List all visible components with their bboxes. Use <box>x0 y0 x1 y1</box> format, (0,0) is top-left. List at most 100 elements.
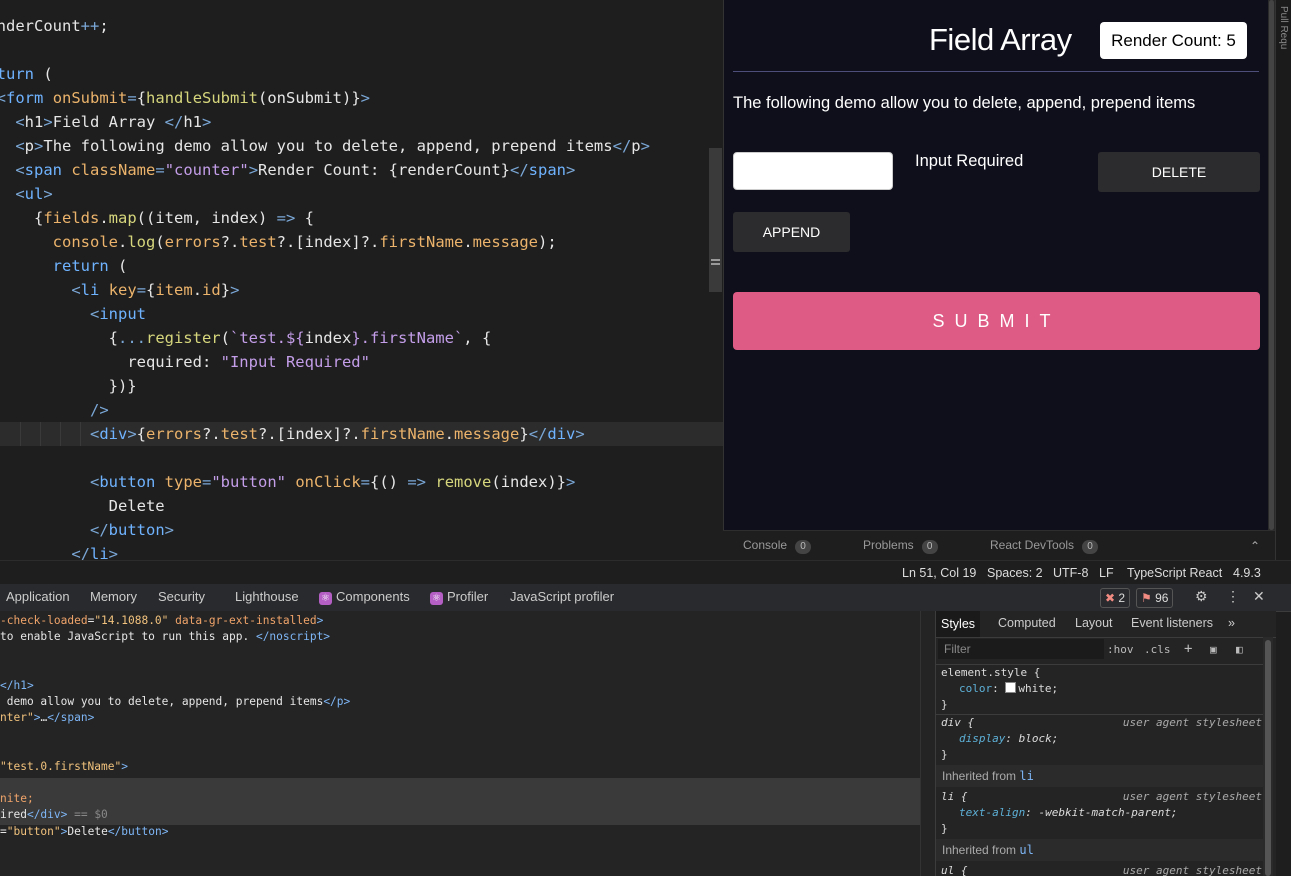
code-line[interactable]: Delete <box>0 494 165 518</box>
elements-panel[interactable]: -check-loaded = "14.1088.0" data-gr-ext-in… <box>0 611 920 876</box>
code-line[interactable]: <input <box>0 302 146 326</box>
code-line[interactable]: </li> <box>0 542 118 560</box>
code-line[interactable]: return ( <box>0 62 53 86</box>
tab-console[interactable]: Console 0 <box>743 538 812 554</box>
more-options-icon[interactable]: ⋮ <box>1226 588 1240 605</box>
code-line[interactable]: <li key={item.id}> <box>0 278 239 302</box>
chevron-right-icon[interactable]: » <box>1228 616 1235 630</box>
dom-node-line[interactable]: -check-loaded="14.1088.0" data-gr-ext-in… <box>0 613 323 629</box>
issue-count[interactable]: ⚑ 96 <box>1136 588 1174 608</box>
dom-node-line[interactable]: ired</div> == $0 <box>0 807 108 823</box>
hov-toggle[interactable]: :hov <box>1107 643 1134 656</box>
code-token: key <box>108 281 137 299</box>
page-title: Field Array <box>929 22 1072 57</box>
code-line[interactable]: {fields.map((item, index) => { <box>0 206 314 230</box>
count-badge: 0 <box>795 540 812 554</box>
dom-node-line[interactable]: nite; <box>0 791 34 807</box>
code-line[interactable]: return ( <box>0 254 128 278</box>
tab-computed[interactable]: Computed <box>998 616 1056 630</box>
code-token: < <box>15 137 25 155</box>
color-swatch[interactable] <box>1005 682 1017 693</box>
tab-event-listeners[interactable]: Event listeners <box>1131 616 1213 630</box>
code-line[interactable]: {...register(`test.${index}.firstName`, … <box>0 326 492 350</box>
code-line[interactable]: /> <box>0 398 109 422</box>
code-line[interactable]: <button type="button" onClick={() => rem… <box>0 470 575 494</box>
elements-scrollbar[interactable] <box>920 611 935 876</box>
tab-styles[interactable]: Styles <box>936 611 981 637</box>
language-mode[interactable]: TypeScript React <box>1127 566 1222 580</box>
code-line[interactable]: renderCount++; <box>0 14 109 38</box>
append-button[interactable]: APPEND <box>733 212 850 252</box>
code-line[interactable]: <ul> <box>0 182 52 206</box>
delete-button[interactable]: DELETE <box>1098 152 1260 192</box>
code-token: "Input Required" <box>220 353 370 371</box>
code-line[interactable]: <div>{errors?.test?.[index]?.firstName.m… <box>0 422 585 446</box>
tab-application[interactable]: Application <box>6 589 70 604</box>
submit-button[interactable]: SUBMIT <box>733 292 1260 350</box>
code-line[interactable]: console.log(errors?.test?.[index]?.first… <box>0 230 557 254</box>
code-line[interactable]: <p>The following demo allow you to delet… <box>0 134 650 158</box>
indentation[interactable]: Spaces: 2 <box>987 566 1043 580</box>
code-token: ( <box>34 65 53 83</box>
side-tab-label: Pull Requ <box>1278 6 1289 50</box>
error-count[interactable]: ✖ 2 <box>1100 588 1131 608</box>
style-declaration: display: block; <box>959 732 1059 745</box>
code-editor[interactable]: renderCount++; return ( <form onSubmit={h… <box>0 0 723 560</box>
tab-layout[interactable]: Layout <box>1075 616 1113 630</box>
dom-node-line[interactable]: ="button">Delete</button> <box>0 824 168 840</box>
inherited-tag[interactable]: li <box>1019 769 1033 783</box>
code-token: -check-loaded <box>0 614 88 627</box>
paint-icon[interactable]: ▣ <box>1210 643 1217 656</box>
line-ending[interactable]: LF <box>1099 566 1114 580</box>
inherited-tag[interactable]: ul <box>1019 843 1033 857</box>
dom-node-line[interactable]: demo allow you to delete, append, prepen… <box>0 694 351 710</box>
code-line[interactable]: required: "Input Required" <box>0 350 370 374</box>
tab-problems[interactable]: Problems 0 <box>863 538 938 554</box>
gear-icon[interactable]: ⚙ <box>1195 588 1208 605</box>
dom-node-line[interactable]: "test.0.firstName"> <box>0 759 128 775</box>
code-line[interactable]: <span className="counter">Render Count: … <box>0 158 575 182</box>
code-token: firstName <box>379 233 464 251</box>
code-token: "button" <box>6 824 61 838</box>
pull-requests-side-tab[interactable]: Pull Requ <box>1275 0 1291 560</box>
dom-node-line[interactable]: to enable JavaScript to run this app. </… <box>0 629 330 645</box>
styles-filter-input[interactable]: Filter <box>938 639 1104 659</box>
chevron-up-icon[interactable]: ⌃ <box>1250 539 1260 553</box>
code-line[interactable]: <h1>Field Array </h1> <box>0 110 211 134</box>
code-token: ( <box>108 257 128 275</box>
style-declaration[interactable]: color: white; <box>959 681 1058 697</box>
code-token: span <box>24 161 62 179</box>
editor-scrollbar[interactable] <box>709 148 722 292</box>
code-token: `test.${ <box>229 329 305 347</box>
code-token: data-gr-ext-installed <box>175 614 317 627</box>
dom-node-line[interactable]: nter">…</span> <box>0 710 94 726</box>
encoding[interactable]: UTF-8 <box>1053 566 1088 580</box>
tab-javascript-profiler[interactable]: JavaScript profiler <box>510 589 614 604</box>
cursor-position[interactable]: Ln 51, Col 19 <box>902 566 976 580</box>
code-line[interactable]: })} <box>0 374 137 398</box>
cls-toggle[interactable]: .cls <box>1144 643 1171 656</box>
code-token: == $0 <box>67 808 108 822</box>
tab-react-devtools[interactable]: React DevTools 0 <box>990 538 1099 554</box>
plus-icon[interactable]: + <box>1184 641 1192 657</box>
code-token: { <box>146 281 156 299</box>
code-line[interactable]: <form onSubmit={handleSubmit(onSubmit)}> <box>0 86 370 110</box>
styles-scrollbar[interactable] <box>1265 640 1271 876</box>
code-token: </p> <box>323 695 351 708</box>
tab-profiler[interactable]: ⚛ Profiler <box>430 589 488 605</box>
tab-security[interactable]: Security <box>158 589 205 604</box>
close-icon[interactable]: ✕ <box>1253 588 1265 605</box>
code-token: div <box>547 425 576 443</box>
ts-version[interactable]: 4.9.3 <box>1233 566 1261 580</box>
first-name-input[interactable] <box>733 152 893 190</box>
dom-node-line[interactable]: </h1> <box>0 678 34 694</box>
sidebar-toggle-icon[interactable]: ◧ <box>1236 643 1243 656</box>
code-token: > <box>566 473 576 491</box>
code-line[interactable]: </button> <box>0 518 174 542</box>
preview-scrollbar[interactable] <box>1269 0 1274 530</box>
tab-lighthouse[interactable]: Lighthouse <box>235 589 299 604</box>
tab-memory[interactable]: Memory <box>90 589 137 604</box>
tab-components[interactable]: ⚛ Components <box>319 589 410 605</box>
